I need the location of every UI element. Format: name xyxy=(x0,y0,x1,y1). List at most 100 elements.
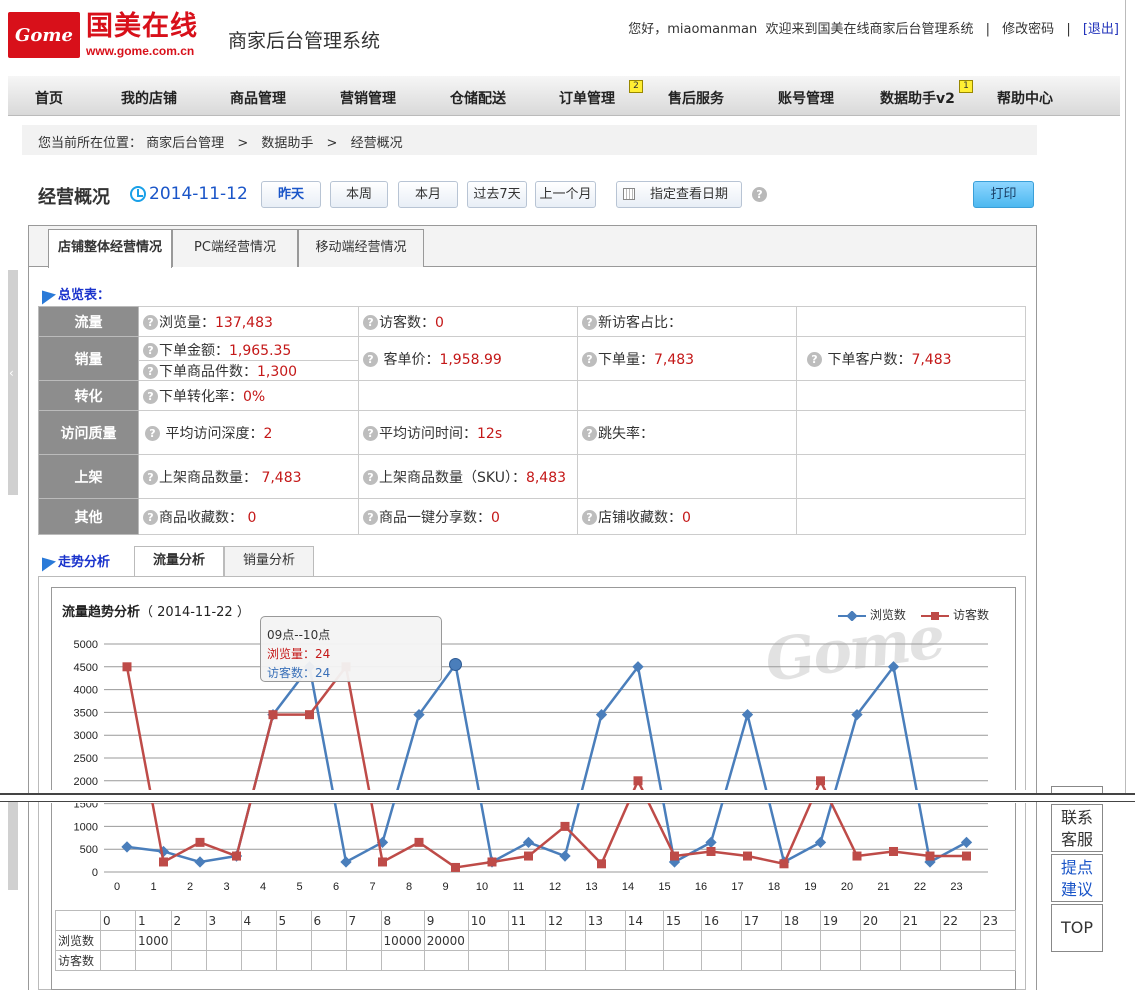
table-cell: 10 xyxy=(467,910,509,931)
table-cell xyxy=(662,930,702,951)
window-edge xyxy=(1125,0,1135,793)
x-tick-label: 18 xyxy=(768,881,780,893)
table-cell xyxy=(310,930,347,951)
x-tick-label: 6 xyxy=(333,881,339,893)
table-cell: 13 xyxy=(584,910,626,931)
data-point-uv xyxy=(597,859,606,869)
data-point-pv xyxy=(121,841,133,853)
y-tick-label: 3000 xyxy=(74,730,98,742)
table-cell xyxy=(55,910,101,931)
table-cell xyxy=(859,930,901,951)
table-cell xyxy=(310,950,347,971)
table-cell: 10000 xyxy=(380,930,425,951)
table-cell xyxy=(819,950,861,971)
tooltip-pv: 浏览量：24 xyxy=(267,647,331,661)
table-cell xyxy=(584,930,626,951)
y-tick-label: 4000 xyxy=(74,685,98,697)
y-tick-label: 1000 xyxy=(74,821,98,833)
x-tick-label: 7 xyxy=(369,881,375,893)
data-point-uv xyxy=(816,776,825,786)
top-button[interactable]: TOP xyxy=(1051,904,1103,952)
table-cell xyxy=(939,930,981,951)
chart-legend: 浏览数 访客数 xyxy=(838,606,989,623)
table-cell xyxy=(170,950,207,971)
table-cell: 4 xyxy=(240,910,277,931)
table-cell xyxy=(240,930,277,951)
y-tick-label: 5000 xyxy=(74,639,98,651)
table-cell: 20000 xyxy=(423,930,469,951)
data-point-uv xyxy=(743,851,752,861)
table-cell xyxy=(859,950,901,971)
table-cell xyxy=(100,930,136,951)
data-point-pv xyxy=(814,836,827,849)
table-cell: 5 xyxy=(275,910,312,931)
data-point-uv xyxy=(852,851,862,861)
table-cell: 0 xyxy=(100,910,136,931)
data-point-uv xyxy=(122,662,132,672)
x-tick-label: 1 xyxy=(150,881,156,893)
y-tick-label: 2500 xyxy=(74,753,98,765)
traffic-chart[interactable]: 0500100015002000250030003500400045005000… xyxy=(0,0,1135,990)
data-point-uv xyxy=(268,710,278,720)
data-point-uv xyxy=(962,851,971,861)
x-tick-label: 15 xyxy=(658,881,670,893)
table-cell xyxy=(380,950,425,971)
x-tick-label: 10 xyxy=(476,881,488,893)
x-tick-label: 17 xyxy=(731,881,743,893)
data-point-uv xyxy=(925,851,935,861)
table-cell xyxy=(205,930,242,951)
table-cell xyxy=(700,950,742,971)
table-cell xyxy=(467,930,509,951)
x-tick-label: 13 xyxy=(585,881,597,893)
table-cell xyxy=(624,950,664,971)
table-cell: 21 xyxy=(899,910,941,931)
table-cell: 1000 xyxy=(135,930,172,951)
table-cell xyxy=(584,950,626,971)
table-cell: 22 xyxy=(939,910,981,931)
data-point-uv xyxy=(378,857,387,867)
y-tick-label: 4500 xyxy=(74,662,98,674)
table-cell: 7 xyxy=(345,910,382,931)
tooltip-uv: 访客数：24 xyxy=(267,666,331,680)
data-point-uv xyxy=(232,851,241,861)
data-point-uv xyxy=(195,837,205,847)
table-cell: 16 xyxy=(700,910,742,931)
data-point-uv xyxy=(560,821,570,831)
table-cell xyxy=(979,950,1016,971)
data-point-uv xyxy=(159,857,168,867)
data-point-pv xyxy=(741,709,754,721)
legend-pv-swatch xyxy=(838,609,866,622)
chart-tooltip: 09点--10点 浏览量：24 访客数：24 xyxy=(260,616,442,682)
table-cell: 2 xyxy=(170,910,207,931)
x-tick-label: 5 xyxy=(296,881,302,893)
table-cell: 访客数 xyxy=(55,950,101,971)
data-point-uv xyxy=(779,859,789,869)
table-cell xyxy=(740,950,782,971)
table-cell: 12 xyxy=(544,910,586,931)
table-cell: 23 xyxy=(979,910,1016,931)
series-line-pv xyxy=(126,661,968,864)
y-tick-label: 500 xyxy=(80,844,98,856)
table-cell xyxy=(275,950,312,971)
x-tick-label: 20 xyxy=(841,881,853,893)
y-tick-label: 3500 xyxy=(74,707,98,719)
table-cell xyxy=(423,950,469,971)
tooltip-title: 09点--10点 xyxy=(267,628,331,642)
data-point-pv xyxy=(522,836,535,849)
contact-service-button[interactable]: 联系 客服 xyxy=(1051,804,1103,852)
x-tick-label: 19 xyxy=(804,881,816,893)
x-tick-label: 3 xyxy=(223,881,229,893)
table-cell xyxy=(939,950,981,971)
x-tick-label: 21 xyxy=(877,881,889,893)
legend-uv-label: 访客数 xyxy=(952,608,989,622)
suggestion-button[interactable]: 提点 建议 xyxy=(1051,854,1103,902)
x-tick-label: 0 xyxy=(114,881,120,893)
table-cell xyxy=(100,950,136,971)
table-cell: 17 xyxy=(740,910,782,931)
data-point-pv xyxy=(340,856,352,868)
data-point-uv xyxy=(487,857,497,867)
table-cell xyxy=(275,930,312,951)
table-cell xyxy=(899,950,941,971)
data-point-uv xyxy=(414,837,424,847)
table-header-row: 0 1 2 3 4 5 6 7 8 9 10 11 12 13 14 15 16 17 18 19 20 21 22 23 xyxy=(55,910,1016,931)
